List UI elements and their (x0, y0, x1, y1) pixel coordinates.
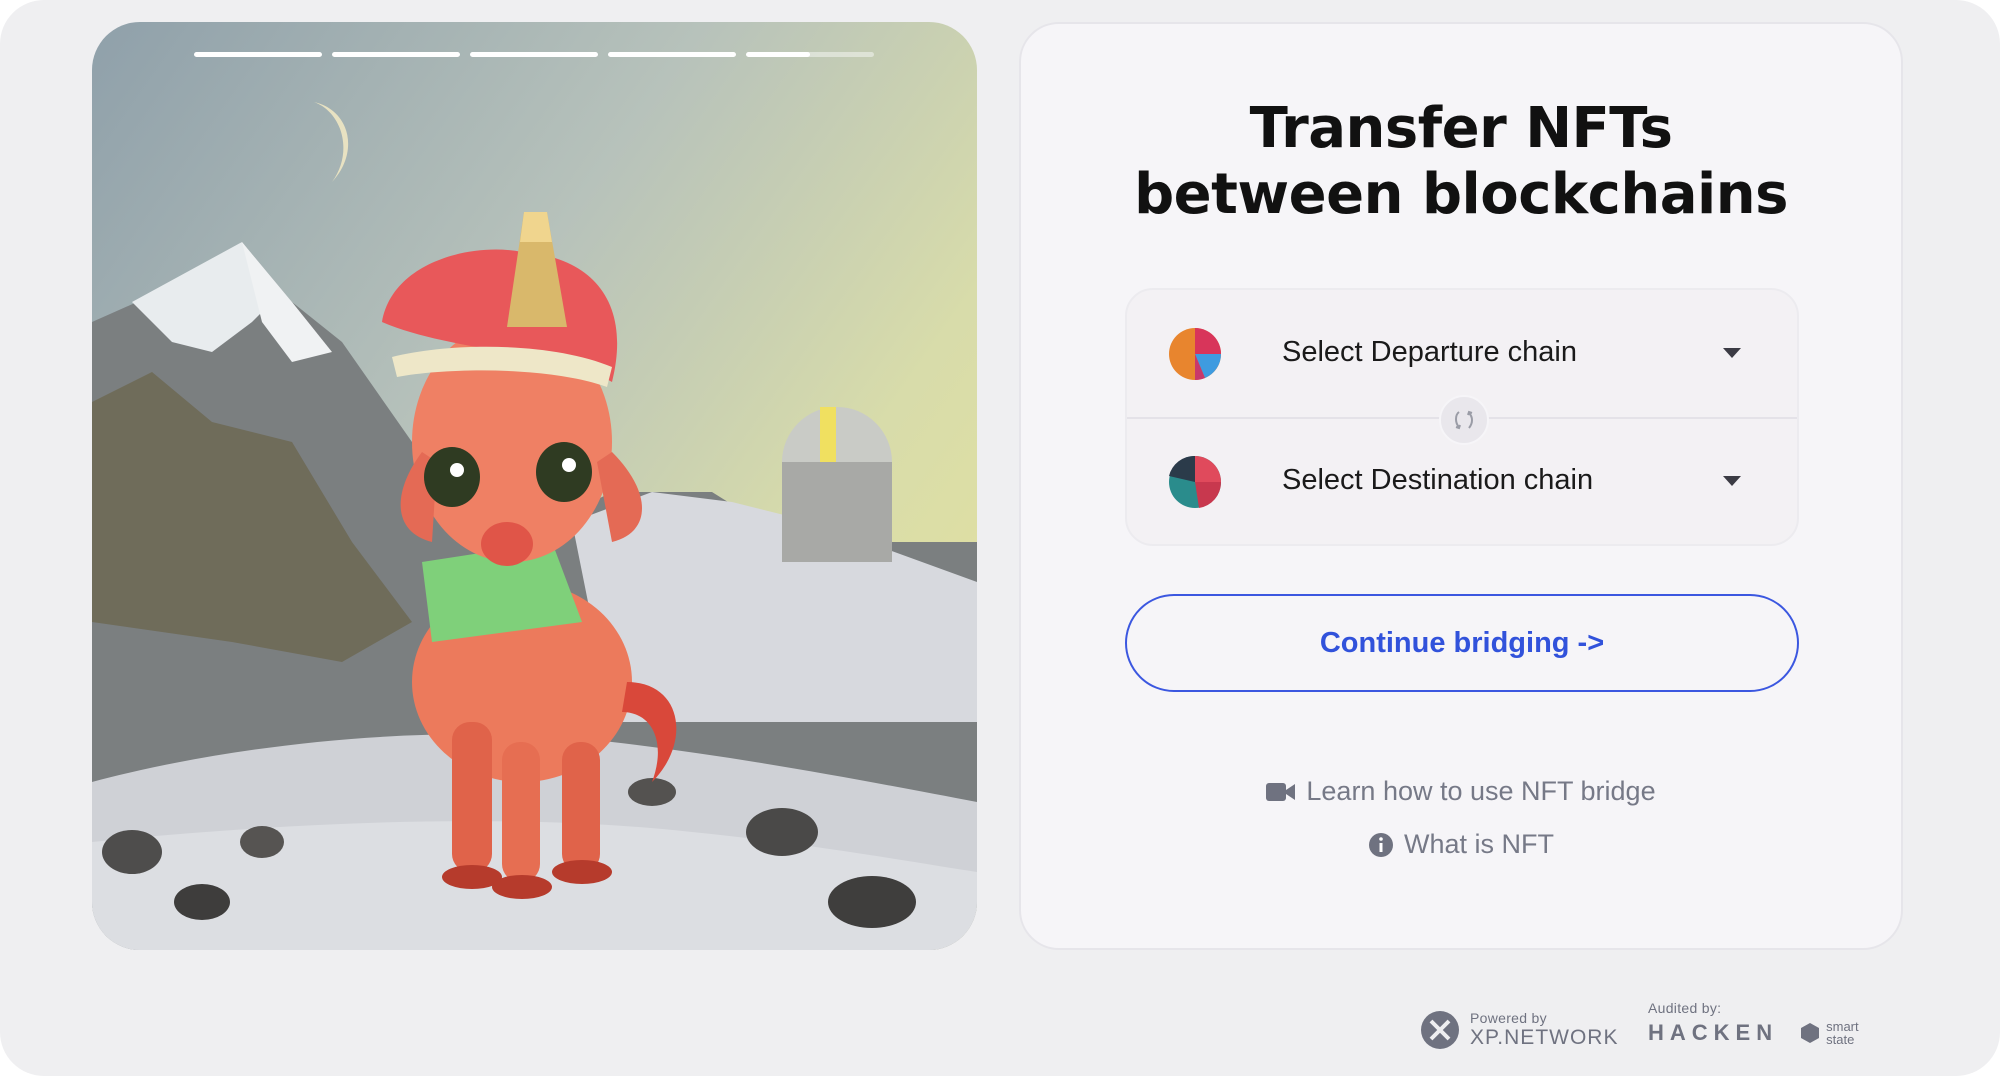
title-line-1: Transfer NFTs (1249, 96, 1673, 161)
moon-shape (314, 102, 349, 182)
chain-selector: Select Departure chain Select Destinatio… (1125, 288, 1799, 546)
chain-placeholder-icon (1169, 328, 1221, 380)
slideshow-segment[interactable] (332, 52, 460, 57)
what-is-nft-link[interactable]: What is NFT (1021, 829, 1901, 860)
smart-state-line2: state (1826, 1032, 1855, 1047)
chain-placeholder-icon (1169, 456, 1221, 508)
audited-by: Audited by: HACKEN smart state (1648, 1000, 1888, 1060)
info-icon (1368, 832, 1393, 857)
slideshow-segment-fill (194, 52, 322, 57)
hacken-logo[interactable]: HACKEN (1648, 1020, 1778, 1046)
slideshow-progress (194, 52, 874, 57)
slideshow-segment-fill (470, 52, 598, 57)
smart-state-logo[interactable]: smart state (1798, 1020, 1859, 1046)
swap-arrows-icon (1455, 410, 1473, 430)
xp-network-brand: XP.NETWORK (1470, 1026, 1619, 1049)
what-is-nft-label: What is NFT (1403, 829, 1554, 859)
nft-hero-image (92, 22, 977, 950)
slideshow-segment-fill (332, 52, 460, 57)
slideshow-segment-fill (746, 52, 810, 57)
powered-by-xp[interactable]: Powered by XP.NETWORK (1420, 1000, 1620, 1060)
chevron-down-icon (1723, 476, 1741, 486)
bridge-panel: Transfer NFTs between blockchains Select… (1019, 22, 1903, 950)
slideshow-segment[interactable] (608, 52, 736, 57)
powered-by-label: Powered by (1470, 1010, 1547, 1026)
destination-chain-label: Select Destination chain (1282, 464, 1594, 496)
audited-by-label: Audited by: (1648, 1000, 1722, 1016)
video-camera-icon (1266, 782, 1296, 801)
slideshow-segment[interactable] (746, 52, 874, 57)
continue-bridging-button[interactable]: Continue bridging -> (1125, 594, 1799, 692)
unicorn-illustration (92, 102, 977, 950)
slideshow-segment[interactable] (470, 52, 598, 57)
xp-network-logo-icon (1421, 1011, 1459, 1049)
learn-bridge-link[interactable]: Learn how to use NFT bridge (1021, 776, 1901, 807)
app-frame: Transfer NFTs between blockchains Select… (0, 0, 2000, 1076)
departure-chain-label: Select Departure chain (1282, 336, 1577, 368)
smart-state-icon (1801, 1023, 1820, 1043)
page-title: Transfer NFTs between blockchains (1021, 96, 1901, 228)
swap-chains-button[interactable] (1439, 395, 1489, 445)
chevron-down-icon (1723, 348, 1741, 358)
learn-bridge-label: Learn how to use NFT bridge (1306, 776, 1656, 806)
title-line-2: between blockchains (1134, 162, 1788, 227)
observatory-shape (782, 407, 892, 562)
slideshow-segment[interactable] (194, 52, 322, 57)
slideshow-segment-fill (608, 52, 736, 57)
